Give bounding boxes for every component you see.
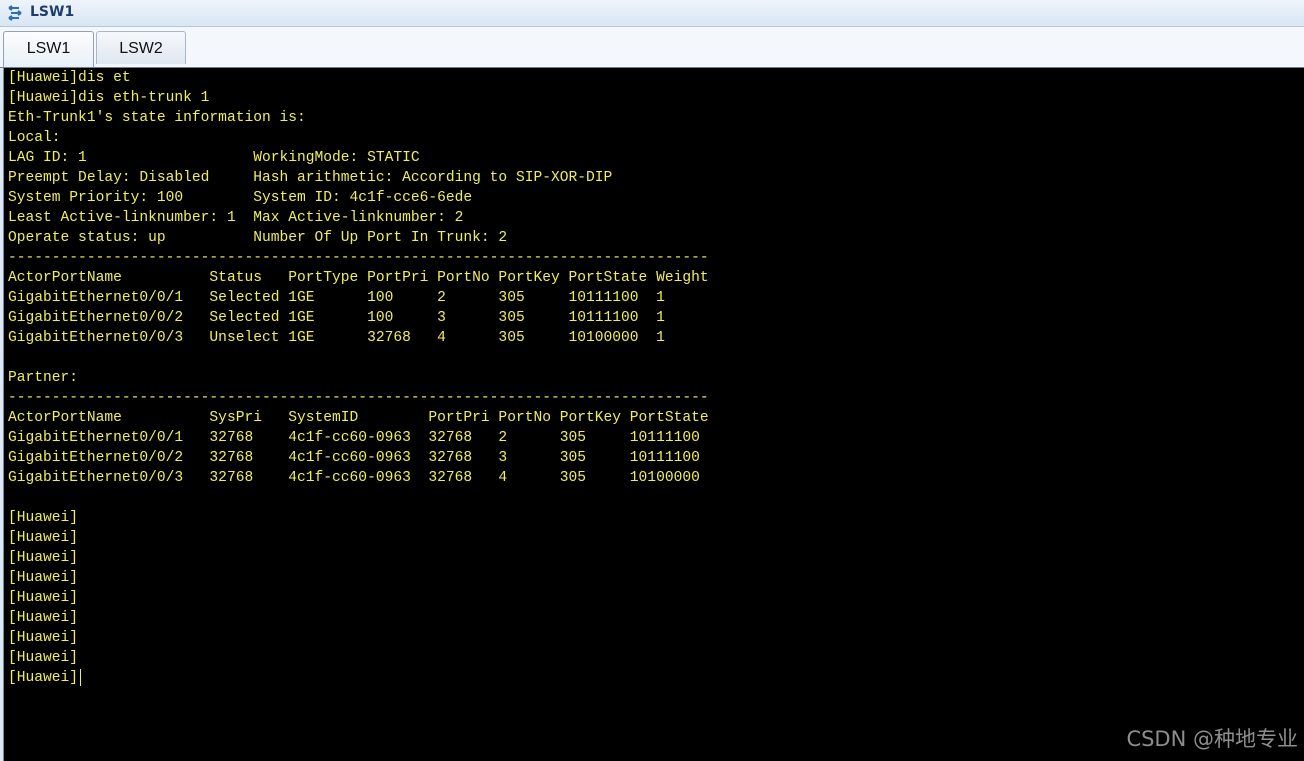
tab-lsw2[interactable]: LSW2	[96, 31, 186, 64]
terminal-line: [Huawei]	[8, 650, 79, 666]
terminal-line: [Huawei]	[8, 550, 79, 566]
terminal-console[interactable]: [Huawei]dis et [Huawei]dis eth-trunk 1 E…	[3, 68, 1304, 761]
terminal-line: Least Active-linknumber: 1 Max Active-li…	[8, 210, 464, 226]
terminal-line: Local:	[8, 130, 61, 146]
terminal-line: [Huawei]	[8, 510, 79, 526]
terminal-prompt-line[interactable]: [Huawei]	[8, 668, 709, 688]
terminal-separator: ----------------------------------------…	[8, 250, 709, 266]
tab-lsw1[interactable]: LSW1	[3, 31, 94, 67]
terminal-line: Preempt Delay: Disabled Hash arithmetic:…	[8, 170, 613, 186]
terminal-line: ActorPortName Status PortType PortPri Po…	[8, 270, 709, 286]
terminal-line: ActorPortName SysPri SystemID PortPri Po…	[8, 410, 709, 426]
terminal-output: [Huawei]dis et [Huawei]dis eth-trunk 1 E…	[8, 68, 709, 688]
text-cursor-icon	[80, 668, 82, 686]
terminal-line: Eth-Trunk1's state information is:	[8, 110, 306, 126]
terminal-separator: ----------------------------------------…	[8, 390, 709, 406]
terminal-line: [Huawei]dis et	[8, 70, 131, 86]
terminal-line: [Huawei]	[8, 630, 79, 646]
terminal-line: LAG ID: 1 WorkingMode: STATIC	[8, 150, 420, 166]
terminal-line: Operate status: up Number Of Up Port In …	[8, 230, 508, 246]
terminal-line: [Huawei]	[8, 570, 79, 586]
terminal-line: GigabitEthernet0/0/2 Selected 1GE 100 3 …	[8, 310, 665, 326]
terminal-line: [Huawei]dis eth-trunk 1	[8, 90, 210, 106]
terminal-line: System Priority: 100 System ID: 4c1f-cce…	[8, 190, 473, 206]
tab-bar: LSW1 LSW2	[0, 27, 1304, 68]
terminal-line: [Huawei]	[8, 610, 79, 626]
watermark: CSDN @种地专业	[1126, 727, 1298, 751]
terminal-line: [Huawei]	[8, 530, 79, 546]
terminal-prompt: [Huawei]	[8, 670, 79, 686]
terminal-line: GigabitEthernet0/0/1 32768 4c1f-cc60-096…	[8, 430, 700, 446]
terminal-line: GigabitEthernet0/0/3 32768 4c1f-cc60-096…	[8, 470, 700, 486]
terminal-line: GigabitEthernet0/0/3 Unselect 1GE 32768 …	[8, 330, 665, 346]
terminal-line: GigabitEthernet0/0/2 32768 4c1f-cc60-096…	[8, 450, 700, 466]
terminal-line: Partner:	[8, 370, 79, 386]
terminal-line: [Huawei]	[8, 590, 79, 606]
window-title: LSW1	[30, 4, 75, 20]
title-bar: LSW1	[0, 0, 1304, 27]
terminal-line: GigabitEthernet0/0/1 Selected 1GE 100 2 …	[8, 290, 665, 306]
network-switch-icon	[8, 5, 22, 21]
